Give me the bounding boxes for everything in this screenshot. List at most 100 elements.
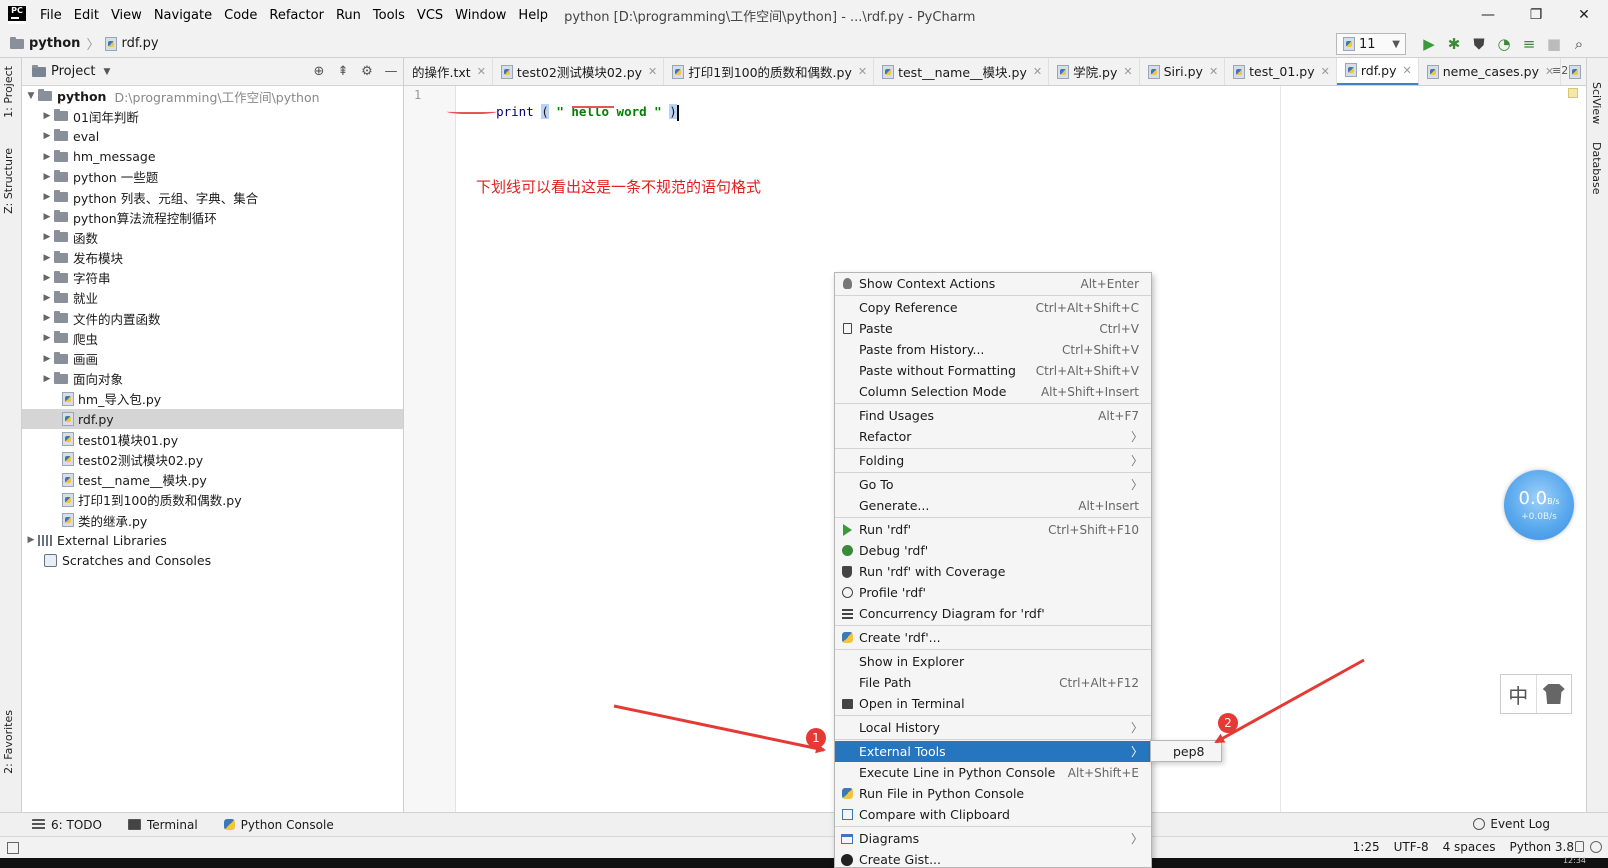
concurrency-icon[interactable]: ≡ [1518, 34, 1540, 54]
editor-tab[interactable]: test_01.py ✕ [1225, 58, 1337, 85]
close-tab-icon[interactable]: ✕ [1321, 65, 1330, 78]
close-tab-icon[interactable]: ✕ [1403, 64, 1412, 77]
tree-file[interactable]: test01模块01.py [22, 429, 403, 449]
hide-icon[interactable]: — [379, 64, 403, 79]
chevron-right-icon[interactable]: ▶ [40, 273, 54, 283]
menu-item-profile-rdf[interactable]: Profile 'rdf' [835, 582, 1151, 603]
menu-item-concurrency-diagram-for-rdf[interactable]: Concurrency Diagram for 'rdf' [835, 603, 1151, 624]
close-icon[interactable]: ✕ [1560, 0, 1608, 30]
submenu-item-pep8[interactable]: pep8 [1173, 744, 1205, 759]
tree-scratches[interactable]: Scratches and Consoles [22, 550, 403, 570]
chevron-right-icon[interactable]: ▶ [40, 293, 54, 303]
menu-item-folding[interactable]: Folding 〉 [835, 450, 1151, 471]
project-view-select[interactable]: Project [51, 64, 95, 79]
close-tab-icon[interactable]: ✕ [1123, 65, 1132, 78]
menu-item-external-tools[interactable]: External Tools 〉 [835, 741, 1151, 762]
tool-tab-python-console[interactable]: Python Console [223, 818, 334, 832]
tree-folder[interactable]: ▶ 画画 [22, 348, 403, 368]
menu-item-paste-from-history[interactable]: Paste from History... Ctrl+Shift+V [835, 339, 1151, 360]
menu-item-open-in-terminal[interactable]: Open in Terminal [835, 693, 1151, 714]
tree-file[interactable]: hm_导入包.py [22, 389, 403, 409]
python-interpreter[interactable]: Python 3.8 [1510, 840, 1575, 854]
tool-tab-terminal[interactable]: Terminal [127, 818, 198, 832]
file-encoding[interactable]: UTF-8 [1394, 840, 1429, 854]
network-speed-widget[interactable]: 0.0B/s +0.0B/s [1504, 470, 1574, 540]
menu-item-execute-line-in-python-console[interactable]: Execute Line in Python Console Alt+Shift+… [835, 762, 1151, 783]
run-configuration-select[interactable]: 11 ▼ [1336, 33, 1406, 55]
menu-item-find-usages[interactable]: Find Usages Alt+F7 [835, 405, 1151, 426]
coverage-icon[interactable]: ⛊ [1468, 34, 1490, 54]
menu-file[interactable]: File [34, 8, 68, 23]
menu-item-create-rdf[interactable]: Create 'rdf'... [835, 627, 1151, 648]
breadcrumb-file[interactable]: rdf.py [121, 36, 158, 51]
menu-item-show-context-actions[interactable]: Show Context Actions Alt+Enter [835, 273, 1151, 294]
menu-item-run-file-in-python-console[interactable]: Run File in Python Console [835, 783, 1151, 804]
event-log-button[interactable]: Event Log [1473, 817, 1550, 831]
inspection-marker-icon[interactable] [1568, 88, 1578, 98]
tree-folder[interactable]: ▶ 爬虫 [22, 328, 403, 348]
tree-folder[interactable]: ▶ python算法流程控制循环 [22, 207, 403, 227]
restore-icon[interactable]: ❐ [1512, 0, 1560, 30]
tree-file[interactable]: 类的继承.py [22, 510, 403, 530]
tree-folder[interactable]: ▶ 面向对象 [22, 369, 403, 389]
inspector-face-icon[interactable] [1590, 841, 1602, 853]
editor-tab[interactable]: 打印1到100的质数和偶数.py ✕ [664, 58, 875, 85]
menu-item-column-selection-mode[interactable]: Column Selection Mode Alt+Shift+Insert [835, 381, 1151, 402]
chevron-right-icon[interactable]: ▶ [40, 253, 54, 263]
menu-item-create-gist[interactable]: Create Gist... [835, 849, 1151, 867]
debug-icon[interactable]: ✱ [1443, 34, 1465, 54]
menu-item-compare-with-clipboard[interactable]: Compare with Clipboard [835, 804, 1151, 825]
menu-refactor[interactable]: Refactor [263, 8, 330, 23]
menu-item-paste[interactable]: Paste Ctrl+V [835, 318, 1151, 339]
menu-item-run-rdf[interactable]: Run 'rdf' Ctrl+Shift+F10 [835, 519, 1151, 540]
tree-folder[interactable]: ▶ python 一些题 [22, 167, 403, 187]
tool-tab-database[interactable]: Database [1590, 142, 1603, 195]
close-tab-icon[interactable]: ✕ [477, 65, 486, 78]
chevron-right-icon[interactable]: ▶ [40, 212, 54, 222]
chevron-down-icon[interactable]: ▼ [103, 67, 110, 77]
menu-item-show-in-explorer[interactable]: Show in Explorer [835, 651, 1151, 672]
menu-item-generate[interactable]: Generate... Alt+Insert [835, 495, 1151, 516]
close-tab-icon[interactable]: ✕ [1209, 65, 1218, 78]
tree-folder[interactable]: ▶ python 列表、元组、字典、集合 [22, 187, 403, 207]
tool-tab-favorites[interactable]: 2: Favorites [2, 710, 15, 774]
chevron-right-icon[interactable]: ▶ [24, 535, 38, 545]
minimize-icon[interactable]: — [1464, 0, 1512, 30]
tab-overflow-count[interactable]: ≡2 [1552, 64, 1582, 77]
tool-windows-icon[interactable] [7, 841, 19, 854]
tree-folder[interactable]: ▶ 字符串 [22, 268, 403, 288]
menu-item-file-path[interactable]: File Path Ctrl+Alt+F12 [835, 672, 1151, 693]
tree-folder[interactable]: ▶ 就业 [22, 288, 403, 308]
editor-tab[interactable]: neme_cases.py ✕ [1419, 58, 1562, 85]
menu-item-run-rdf-with-coverage[interactable]: Run 'rdf' with Coverage [835, 561, 1151, 582]
menu-vcs[interactable]: VCS [411, 8, 449, 23]
menu-code[interactable]: Code [218, 8, 263, 23]
collapse-all-icon[interactable]: ⇞ [331, 64, 355, 79]
tool-tab-project[interactable]: 1: Project [2, 66, 15, 118]
menu-item-go-to[interactable]: Go To 〉 [835, 474, 1151, 495]
tree-file[interactable]: rdf.py [22, 409, 403, 430]
menu-help[interactable]: Help [512, 8, 554, 23]
tree-file[interactable]: 打印1到100的质数和偶数.py [22, 490, 403, 510]
caret-position[interactable]: 1:25 [1353, 840, 1380, 854]
tree-file[interactable]: test02测试模块02.py [22, 449, 403, 469]
menu-item-refactor[interactable]: Refactor 〉 [835, 426, 1151, 447]
menu-item-diagrams[interactable]: Diagrams 〉 [835, 828, 1151, 849]
chevron-right-icon[interactable]: ▶ [40, 131, 54, 141]
tree-file[interactable]: test__name__模块.py [22, 470, 403, 490]
gear-icon[interactable]: ⚙ [355, 64, 379, 79]
chevron-right-icon[interactable]: ▶ [40, 354, 54, 364]
tree-folder[interactable]: ▶ 函数 [22, 227, 403, 247]
lock-icon[interactable] [1575, 841, 1584, 852]
chevron-down-icon[interactable]: ▼ [24, 91, 38, 101]
close-tab-icon[interactable]: ✕ [858, 65, 867, 78]
chevron-right-icon[interactable]: ▶ [40, 313, 54, 323]
chevron-right-icon[interactable]: ▶ [40, 152, 54, 162]
menu-run[interactable]: Run [330, 8, 367, 23]
profile-icon[interactable]: ◔ [1493, 34, 1515, 54]
search-everywhere-icon[interactable]: ⌕ [1568, 34, 1590, 54]
close-tab-icon[interactable]: ✕ [1033, 65, 1042, 78]
editor-tab[interactable]: rdf.py ✕ [1336, 58, 1419, 85]
chevron-right-icon[interactable]: ▶ [40, 232, 54, 242]
menu-item-local-history[interactable]: Local History 〉 [835, 717, 1151, 738]
